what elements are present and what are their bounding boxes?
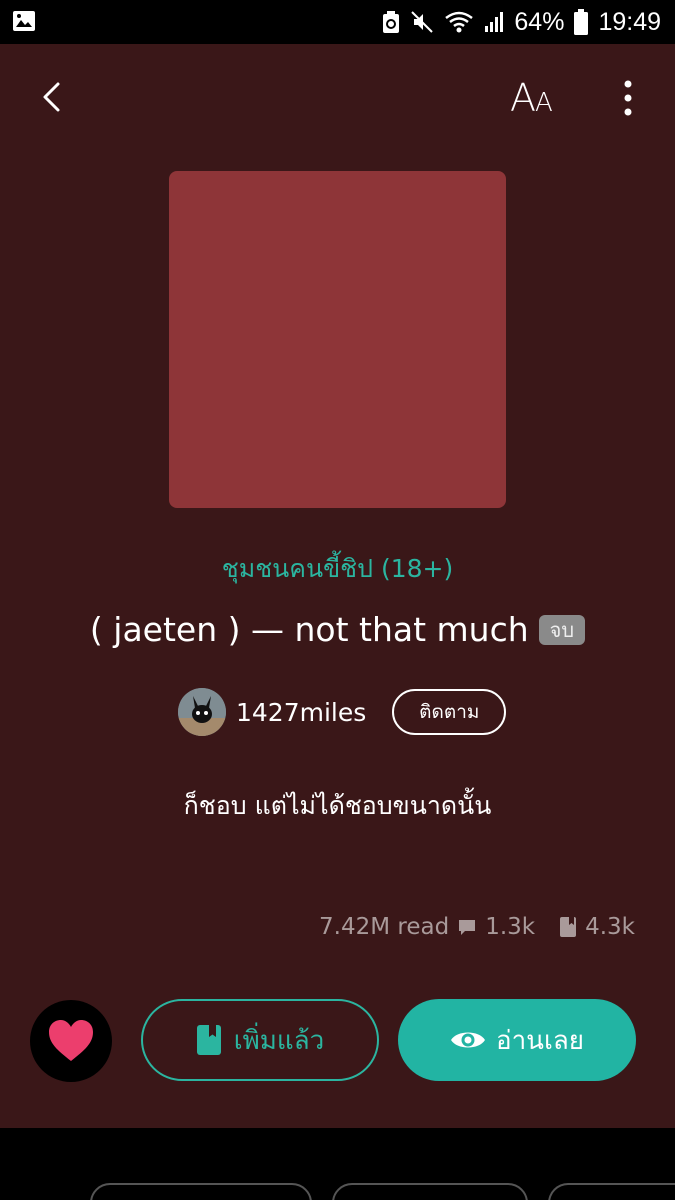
add-to-library-button[interactable]: เพิ่มแล้ว: [141, 999, 379, 1081]
wifi-icon: [445, 11, 474, 33]
battery-percent: 64%: [514, 7, 565, 36]
story-cover[interactable]: [169, 171, 506, 508]
gallery-icon: [13, 11, 35, 31]
bookmark-count: 4.3k: [585, 914, 635, 940]
bottom-strip: [0, 1128, 675, 1200]
status-bar: 64% 19:49: [0, 0, 675, 44]
font-size-label-big: A: [510, 76, 536, 120]
tag-chip[interactable]: [90, 1183, 312, 1200]
bookmark-icon: [560, 917, 577, 937]
more-vert-icon: [624, 80, 632, 116]
status-badge: จบ: [538, 614, 586, 645]
recycle-icon: [383, 11, 400, 33]
font-size-label-small: A: [535, 88, 553, 118]
read-label: อ่านเลย: [495, 1025, 585, 1056]
story-stats: 7.42M read 1.3k 4.3k: [319, 914, 635, 940]
signal-icon: [485, 12, 504, 32]
title-row: ( jaeten ) — not that much จบ: [0, 610, 675, 649]
mute-icon: [411, 11, 434, 33]
eye-icon: [450, 1032, 485, 1048]
tag-chip[interactable]: [332, 1183, 528, 1200]
book-icon: [196, 1025, 221, 1055]
story-description: ก็ชอบ แต่ไม่ได้ชอบขนาดนั้น: [183, 791, 492, 820]
comment-count: 1.3k: [485, 914, 536, 940]
author-name[interactable]: 1427miles: [236, 698, 366, 727]
like-button[interactable]: [30, 1000, 112, 1082]
more-button[interactable]: [608, 74, 648, 124]
story-title: ( jaeten ) — not that much: [89, 610, 529, 649]
avatar[interactable]: [178, 688, 226, 736]
font-size-button[interactable]: A A: [506, 74, 566, 124]
clock: 19:49: [598, 7, 661, 36]
added-label: เพิ่มแล้ว: [233, 1025, 325, 1056]
comment-icon: [459, 920, 476, 935]
follow-button[interactable]: ติดตาม: [392, 689, 507, 735]
read-count: 7.42M read: [319, 914, 450, 940]
story-detail-screen: A A ชุมชนคนขี้ชิป (18+) ( jaeten ) — not…: [0, 44, 675, 1128]
follow-label: ติดตาม: [419, 701, 480, 723]
back-button[interactable]: [30, 74, 76, 120]
heart-icon: [49, 1020, 93, 1061]
story-category[interactable]: ชุมชนคนขี้ชิป (18+): [0, 549, 675, 589]
back-icon: [43, 82, 60, 112]
tag-chip[interactable]: [548, 1183, 675, 1200]
read-now-button[interactable]: อ่านเลย: [398, 999, 636, 1081]
battery-icon: [574, 9, 589, 35]
author-row: 1427miles ติดตาม: [178, 688, 507, 736]
